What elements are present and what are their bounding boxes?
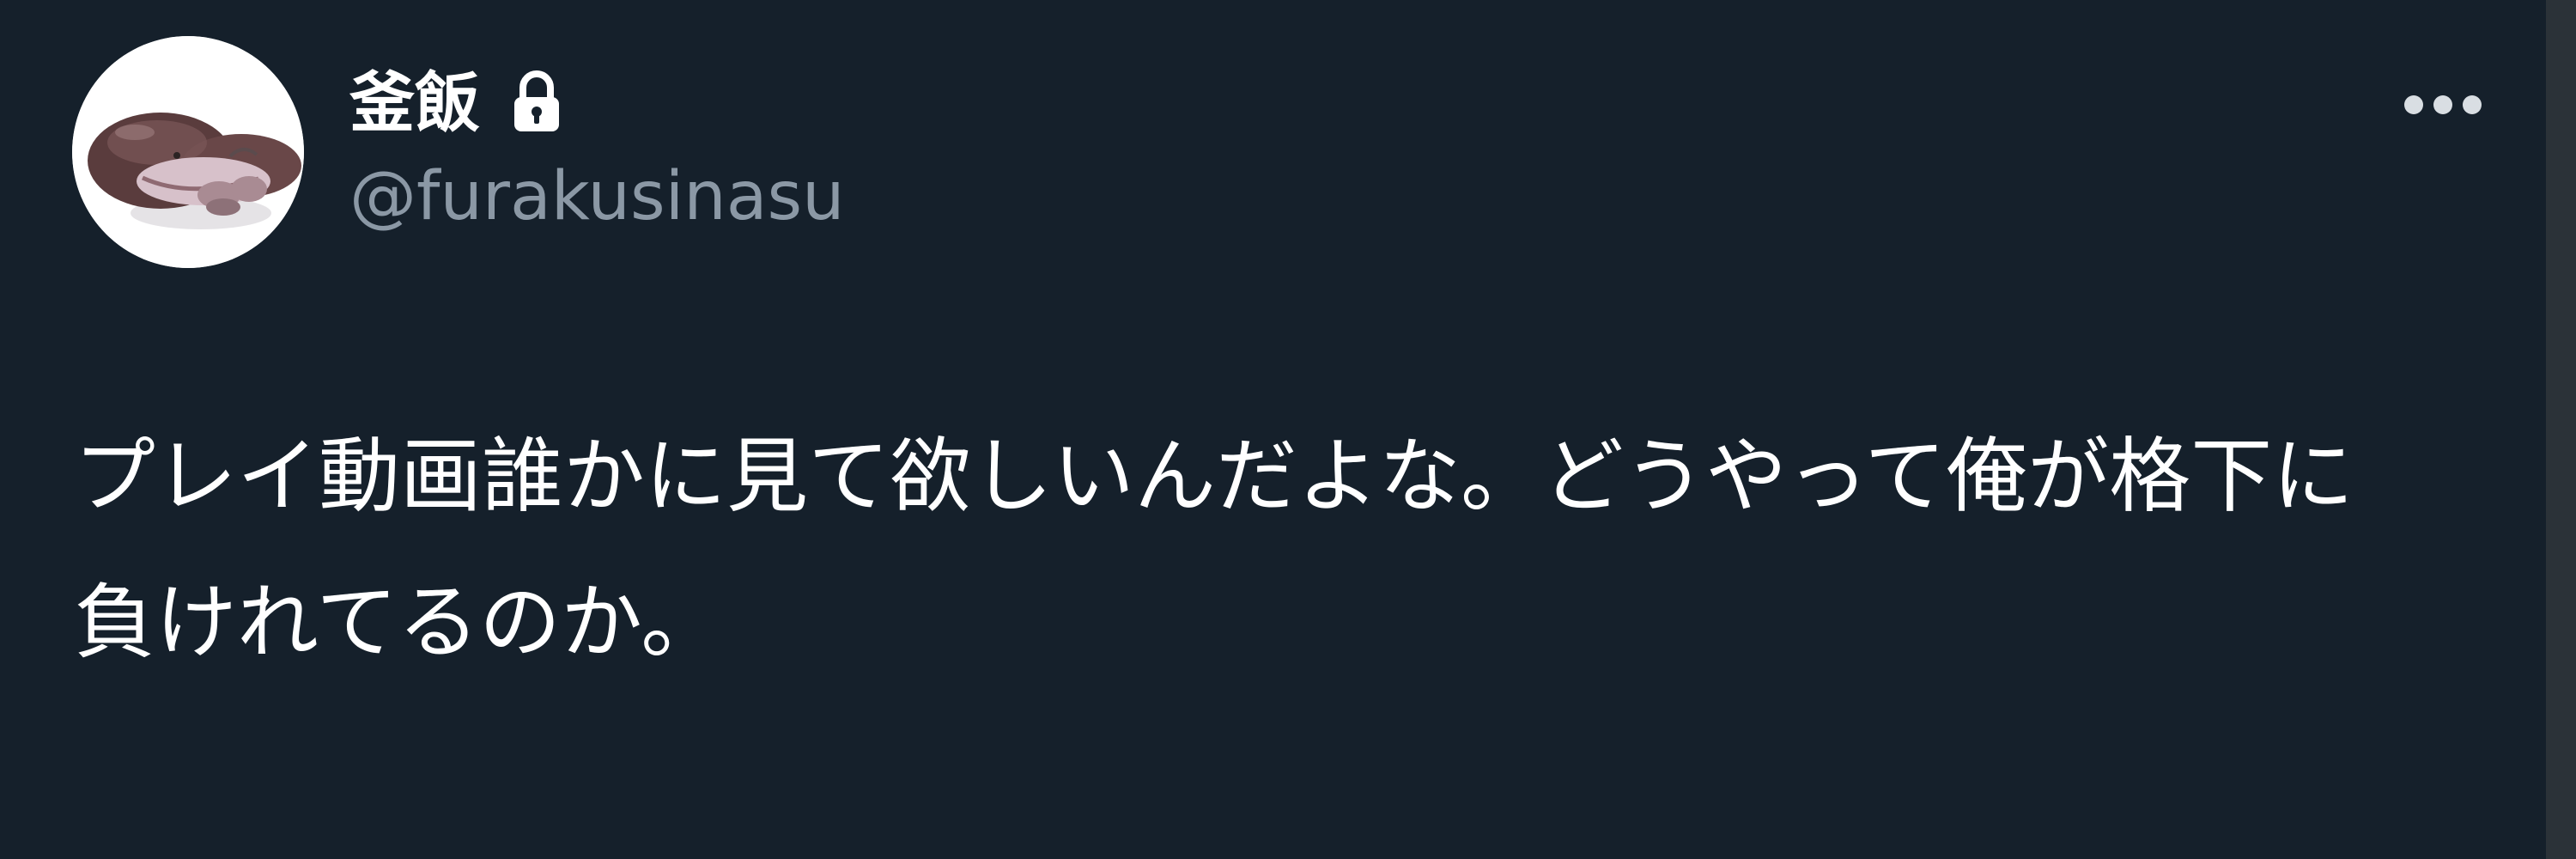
lock-icon [514, 70, 559, 131]
screen-edge [2546, 0, 2576, 859]
tweet-text: プレイ動画誰かに見て欲しいんだよな。どうやって俺が格下に 負けれてるのか。 [74, 404, 2521, 696]
tweet-text-line: プレイ動画誰かに見て欲しいんだよな。どうやって俺が格下に [74, 430, 2354, 524]
more-dots-icon [2433, 95, 2452, 114]
more-dots-icon [2404, 95, 2423, 114]
tweet-card: 釜飯 @furakusinasu プレイ動画誰かに見て欲しいんだよな。どうやって… [0, 0, 2546, 859]
avatar[interactable] [72, 36, 304, 268]
more-dots-icon [2463, 95, 2482, 114]
tweet-text-line: 負けれてるのか。 [74, 576, 723, 670]
creature-avatar-icon [72, 36, 304, 268]
display-name[interactable]: 釜飯 [349, 70, 480, 136]
more-options-button[interactable] [2387, 79, 2499, 131]
display-name-row[interactable]: 釜飯 [349, 60, 564, 146]
username[interactable]: @furakusinasu [349, 163, 845, 230]
